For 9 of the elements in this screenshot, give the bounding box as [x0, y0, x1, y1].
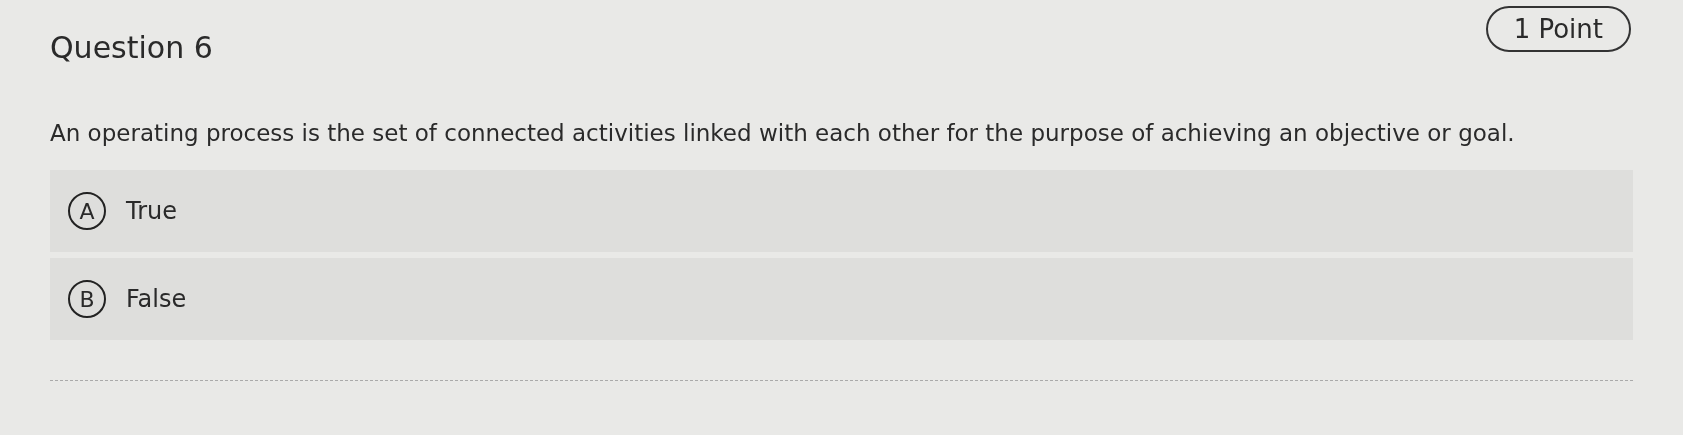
question-title: Question 6 [50, 30, 213, 65]
option-label: False [126, 285, 187, 313]
option-label: True [126, 197, 177, 225]
option-letter: A [68, 192, 106, 230]
answer-option[interactable]: B False [50, 258, 1633, 340]
question-text: An operating process is the set of connected activities linked with each other for the purpose of achieving an objective or goal. [50, 120, 1516, 146]
answer-option[interactable]: A True [50, 170, 1633, 252]
option-letter: B [68, 280, 106, 318]
points-badge: 1 Point [1485, 6, 1631, 52]
